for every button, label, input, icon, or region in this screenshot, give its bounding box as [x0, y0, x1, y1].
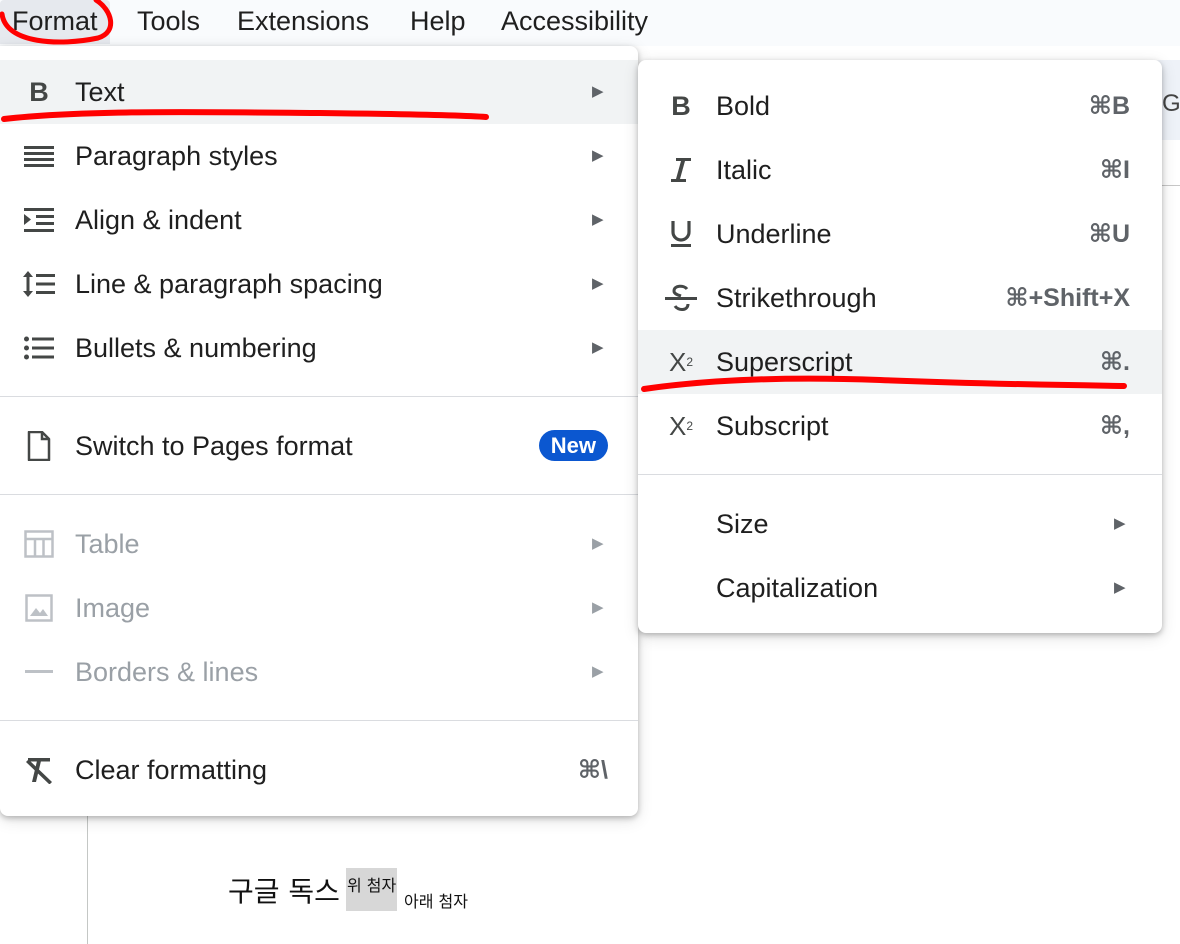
menu-tools[interactable]: Tools [125, 0, 212, 44]
bulleted-list-icon [22, 331, 56, 365]
superscript-icon: X2 [668, 346, 694, 377]
subscript-icon: X2 [668, 410, 694, 441]
submenu-item-superscript[interactable]: X2 Superscript ⌘. [638, 330, 1162, 394]
menu-item-bullets-numbering[interactable]: Bullets & numbering ▶ [0, 316, 638, 380]
line-spacing-icon [22, 267, 56, 301]
menu-item-align-indent[interactable]: Align & indent ▶ [0, 188, 638, 252]
menu-item-label: Borders & lines [75, 657, 259, 687]
menu-item-label: Switch to Pages format [75, 431, 353, 461]
submenu-item-underline[interactable]: Underline ⌘U [638, 202, 1162, 266]
shortcut-text: ⌘\ [577, 756, 608, 784]
menu-bar: Format Tools Extensions Help Accessibili… [0, 0, 1180, 46]
menu-item-label: Italic [716, 155, 772, 185]
bold-icon: B [29, 76, 49, 107]
submenu-arrow-icon: ▶ [592, 599, 604, 616]
menu-format[interactable]: Format [0, 0, 110, 44]
bold-icon: B [671, 90, 691, 121]
new-badge: New [538, 430, 608, 461]
menu-item-label: Line & paragraph spacing [75, 269, 383, 299]
ruler-divider [1160, 185, 1180, 186]
clear-formatting-icon [22, 753, 56, 787]
menu-item-switch-pages[interactable]: Switch to Pages format New [0, 414, 638, 478]
submenu-item-italic[interactable]: Italic ⌘I [638, 138, 1162, 202]
menu-item-label: Align & indent [75, 205, 242, 235]
paragraph-styles-icon [22, 139, 56, 173]
submenu-arrow-icon: ▶ [1114, 515, 1126, 532]
menu-item-clear-formatting[interactable]: Clear formatting ⌘\ [0, 738, 638, 802]
submenu-arrow-icon: ▶ [592, 535, 604, 552]
menu-item-label: Table [75, 529, 140, 559]
document-text[interactable]: 구글 독스 [228, 870, 340, 910]
page-icon [22, 429, 56, 463]
italic-icon [664, 153, 698, 187]
menu-item-paragraph-styles[interactable]: Paragraph styles ▶ [0, 124, 638, 188]
submenu-arrow-icon: ▶ [592, 83, 604, 100]
menu-item-label: Strikethrough [716, 283, 877, 313]
submenu-arrow-icon: ▶ [592, 211, 604, 228]
menu-extensions[interactable]: Extensions [225, 0, 381, 44]
align-indent-icon [22, 203, 56, 237]
strikethrough-icon [664, 281, 698, 315]
menu-item-label: Clear formatting [75, 755, 268, 785]
submenu-item-strikethrough[interactable]: Strikethrough ⌘+Shift+X [638, 266, 1162, 330]
shortcut-text: ⌘I [1099, 156, 1130, 184]
submenu-arrow-icon: ▶ [1114, 579, 1126, 596]
submenu-arrow-icon: ▶ [592, 147, 604, 164]
image-icon [22, 591, 56, 625]
underline-icon [664, 217, 698, 251]
menu-item-label: Bold [716, 91, 771, 121]
menu-item-table: Table ▶ [0, 512, 638, 576]
menu-divider [0, 720, 638, 721]
toolbar-letter: G [1162, 90, 1180, 117]
menu-item-label: Superscript [716, 347, 853, 377]
menu-divider [638, 474, 1162, 475]
table-icon [22, 527, 56, 561]
menu-item-image: Image ▶ [0, 576, 638, 640]
shortcut-text: ⌘+Shift+X [1005, 284, 1130, 312]
text-submenu: B Bold ⌘B Italic ⌘I Underline ⌘U Striket… [638, 60, 1162, 633]
menu-divider [0, 396, 638, 397]
document-superscript-text[interactable]: 위 첨자 [346, 868, 397, 911]
shortcut-text: ⌘. [1099, 348, 1130, 376]
shortcut-text: ⌘, [1099, 412, 1130, 440]
shortcut-text: ⌘U [1088, 220, 1130, 248]
border-line-icon [22, 655, 56, 689]
submenu-item-bold[interactable]: B Bold ⌘B [638, 74, 1162, 138]
menu-item-label: Capitalization [716, 573, 879, 603]
menu-item-label: Bullets & numbering [75, 333, 317, 363]
format-menu: B Text ▶ Paragraph styles ▶ Align & inde… [0, 46, 638, 816]
menu-item-label: Size [716, 509, 769, 539]
menu-item-label: Underline [716, 219, 832, 249]
submenu-item-size[interactable]: Size ▶ [638, 492, 1162, 556]
menu-item-label: Image [75, 593, 151, 623]
submenu-item-subscript[interactable]: X2 Subscript ⌘, [638, 394, 1162, 458]
menu-accessibility[interactable]: Accessibility [489, 0, 660, 44]
submenu-arrow-icon: ▶ [592, 663, 604, 680]
page-left-edge [87, 810, 88, 944]
submenu-arrow-icon: ▶ [592, 275, 604, 292]
menu-item-text[interactable]: B Text ▶ [0, 60, 638, 124]
menu-item-label: Text [75, 77, 125, 107]
menu-help[interactable]: Help [398, 0, 478, 44]
menu-item-borders-lines: Borders & lines ▶ [0, 640, 638, 704]
menu-item-label: Paragraph styles [75, 141, 278, 171]
menu-item-line-spacing[interactable]: Line & paragraph spacing ▶ [0, 252, 638, 316]
shortcut-text: ⌘B [1088, 92, 1130, 120]
submenu-item-capitalization[interactable]: Capitalization ▶ [638, 556, 1162, 620]
document-subscript-text[interactable]: 아래 첨자 [404, 888, 468, 912]
menu-divider [0, 494, 638, 495]
submenu-arrow-icon: ▶ [592, 339, 604, 356]
menu-item-label: Subscript [716, 411, 829, 441]
